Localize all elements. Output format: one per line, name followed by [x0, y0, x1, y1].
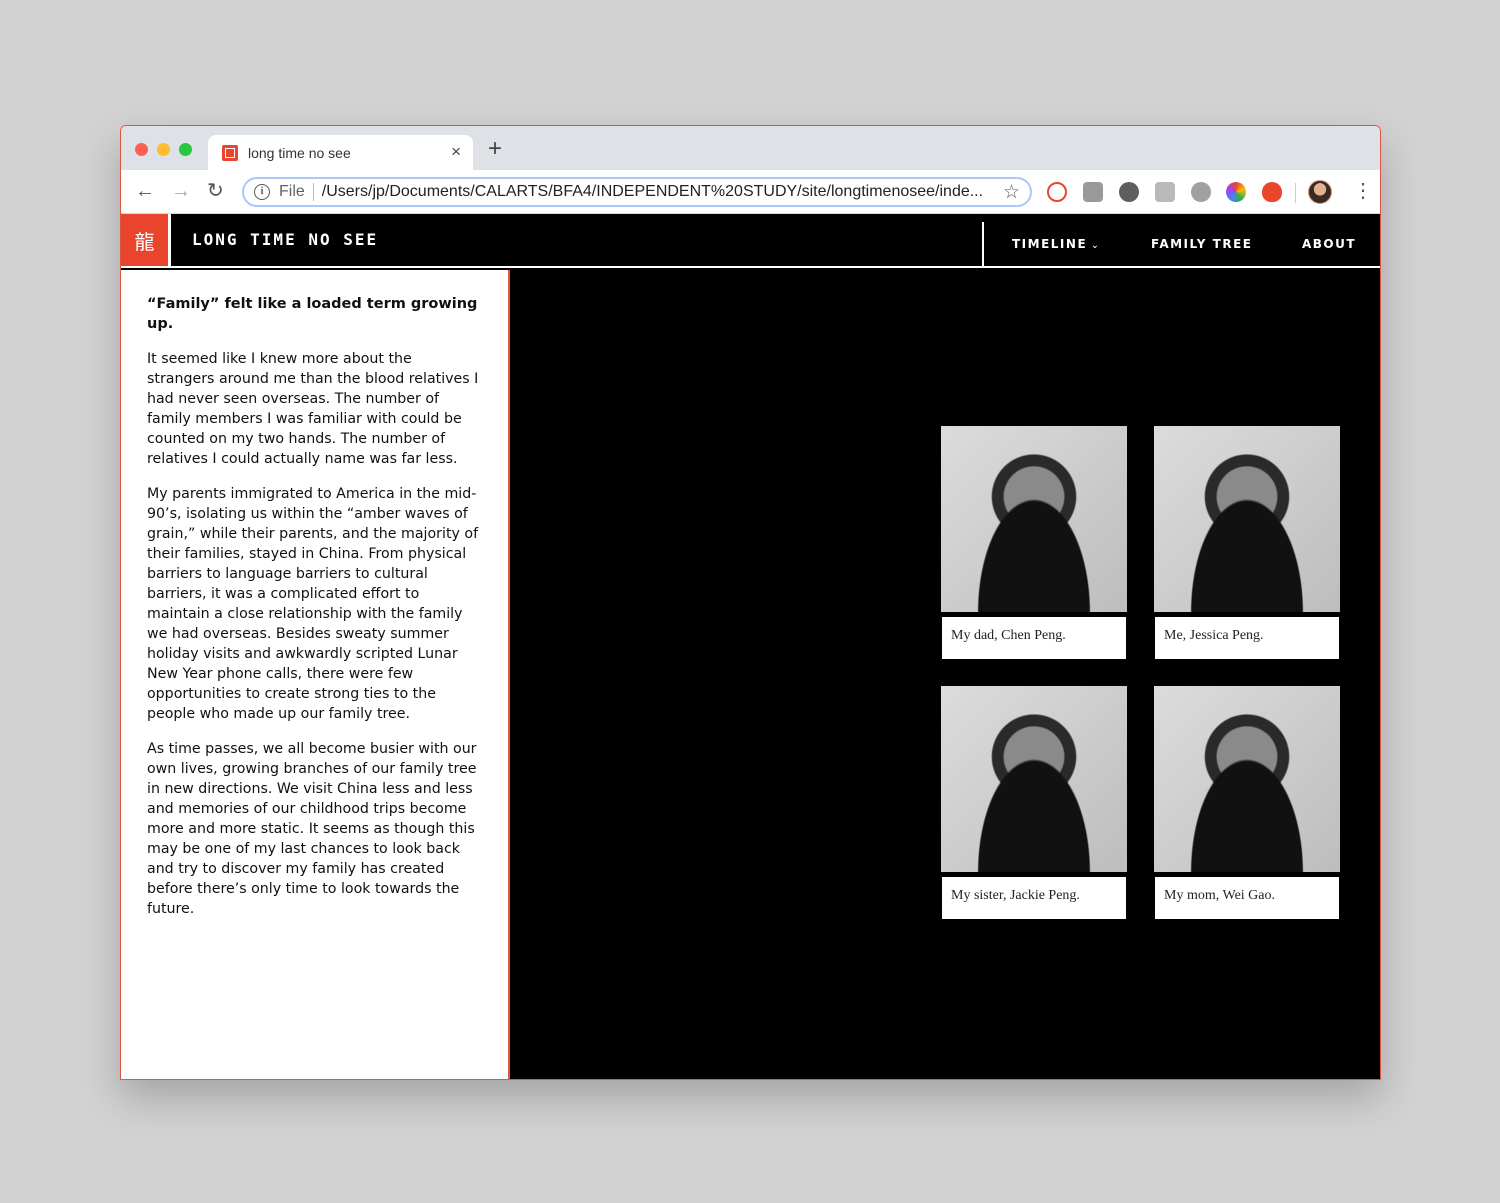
portrait-caption: Me, Jessica Peng. — [1155, 617, 1339, 659]
window-controls — [135, 143, 192, 156]
url-text[interactable]: /Users/jp/Documents/CALARTS/BFA4/INDEPEN… — [322, 183, 994, 201]
browser-tab[interactable]: long time no see × — [208, 135, 473, 170]
url-separator — [312, 183, 314, 201]
browser-toolbar: ← → ↻ i File /Users/jp/Documents/CALARTS… — [121, 170, 1380, 214]
close-window-button[interactable] — [135, 143, 148, 156]
shield-icon[interactable] — [1262, 182, 1282, 202]
nav-timeline-label: TIMELINE — [1012, 237, 1088, 251]
address-bar[interactable]: i File /Users/jp/Documents/CALARTS/BFA4/… — [242, 177, 1032, 207]
nav-timeline[interactable]: TIMELINE ⌄ — [1012, 237, 1100, 251]
intro-lead: “Family” felt like a loaded term growing… — [147, 296, 478, 333]
forward-arrow-icon[interactable]: → — [171, 180, 191, 202]
portrait-card[interactable]: My sister, Jackie Peng. — [941, 686, 1127, 919]
tab-strip: long time no see × + — [121, 126, 1380, 170]
pinterest-icon[interactable] — [1119, 182, 1139, 202]
chevron-down-icon: ⌄ — [1091, 241, 1101, 251]
intro-paragraph: As time passes, we all become busier wit… — [147, 740, 477, 917]
site-page: 龍 LONG TIME NO SEE TIMELINE ⌄ FAMILY TREE… — [121, 214, 1380, 1079]
portrait-photo — [1154, 426, 1340, 612]
portrait-caption: My sister, Jackie Peng. — [942, 877, 1126, 919]
reload-icon[interactable]: ↻ — [207, 180, 224, 202]
favicon-icon — [222, 144, 238, 161]
portrait-photo — [941, 426, 1127, 612]
nav-about[interactable]: ABOUT — [1302, 237, 1356, 251]
intro-paragraph: My parents immigrated to America in the … — [147, 485, 479, 722]
portrait-photo — [941, 686, 1127, 872]
extension-icon[interactable] — [1155, 182, 1175, 202]
site-title[interactable]: LONG TIME NO SEE — [192, 230, 378, 249]
site-header: 龍 LONG TIME NO SEE TIMELINE ⌄ FAMILY TREE… — [121, 214, 1380, 268]
portrait-caption: My dad, Chen Peng. — [942, 617, 1126, 659]
portrait-card[interactable]: Me, Jessica Peng. — [1154, 426, 1340, 659]
toolbar-separator — [1295, 183, 1296, 203]
tab-close-icon[interactable]: × — [451, 142, 461, 162]
portrait-card[interactable]: My dad, Chen Peng. — [941, 426, 1127, 659]
extension-icon[interactable] — [1047, 182, 1067, 202]
url-scheme: File — [279, 183, 305, 200]
site-logo[interactable]: 龍 — [121, 214, 171, 266]
kebab-menu-icon[interactable]: ⋮ — [1353, 180, 1373, 202]
intro-text-panel: “Family” felt like a loaded term growing… — [121, 270, 510, 1079]
browser-window: long time no see × + ← → ↻ i File /Users… — [120, 125, 1381, 1080]
profile-avatar[interactable] — [1308, 180, 1332, 204]
back-arrow-icon[interactable]: ← — [135, 180, 155, 202]
tab-title: long time no see — [248, 144, 351, 161]
portrait-photo — [1154, 686, 1340, 872]
info-icon[interactable]: i — [254, 184, 270, 200]
extension-icon[interactable] — [1083, 182, 1103, 202]
portrait-card[interactable]: My mom, Wei Gao. — [1154, 686, 1340, 919]
star-icon[interactable]: ☆ — [1003, 181, 1020, 204]
nav-family-tree[interactable]: FAMILY TREE — [1151, 237, 1252, 251]
extension-icon[interactable] — [1191, 182, 1211, 202]
intro-paragraph: It seemed like I knew more about the str… — [147, 350, 479, 467]
nav-divider — [982, 222, 984, 268]
minimize-window-button[interactable] — [157, 143, 170, 156]
new-tab-button[interactable]: + — [488, 137, 502, 161]
maximize-window-button[interactable] — [179, 143, 192, 156]
portrait-caption: My mom, Wei Gao. — [1155, 877, 1339, 919]
color-picker-icon[interactable] — [1226, 182, 1246, 202]
